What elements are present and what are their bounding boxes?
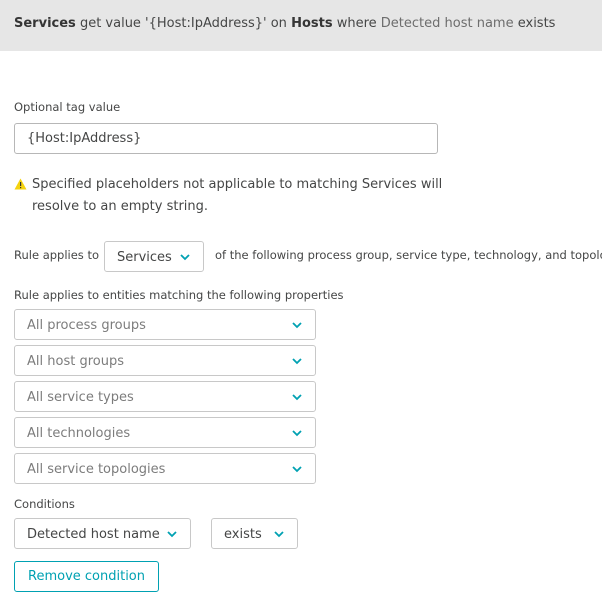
chevron-down-icon	[292, 394, 302, 401]
rule-applies-value: Services	[117, 250, 172, 265]
chevron-down-icon	[292, 322, 302, 329]
warning-icon	[14, 178, 27, 190]
service-types-select[interactable]: All service types	[14, 381, 316, 412]
tag-value-input[interactable]: {Host:IpAddress}	[14, 123, 438, 154]
header-operator: exists	[517, 16, 556, 31]
header-get-value: get value '{Host:IpAddress}' on	[79, 16, 287, 31]
placeholder-warning: Specified placeholders not applicable to…	[14, 174, 444, 218]
header-target: Hosts	[291, 16, 333, 31]
rule-applies-suffix: of the following process group, service …	[215, 248, 602, 262]
condition-operator-value: exists	[224, 527, 262, 542]
warning-text: Specified placeholders not applicable to…	[32, 177, 443, 214]
technologies-value: All technologies	[27, 426, 131, 441]
chevron-down-icon	[292, 430, 302, 437]
chevron-down-icon	[180, 254, 190, 261]
header-condition: Detected host name	[380, 16, 514, 31]
conditions-label: Conditions	[14, 497, 75, 511]
process-groups-value: All process groups	[27, 318, 146, 333]
host-groups-value: All host groups	[27, 354, 124, 369]
service-types-value: All service types	[27, 390, 134, 405]
condition-attribute-select[interactable]: Detected host name	[14, 518, 191, 549]
rule-summary-header: Services get value '{Host:IpAddress}' on…	[0, 0, 602, 51]
process-groups-select[interactable]: All process groups	[14, 309, 316, 340]
properties-label: Rule applies to entities matching the fo…	[14, 288, 344, 302]
service-topologies-value: All service topologies	[27, 462, 166, 477]
chevron-down-icon	[167, 531, 177, 538]
host-groups-select[interactable]: All host groups	[14, 345, 316, 376]
tag-value-label: Optional tag value	[14, 100, 121, 114]
condition-operator-select[interactable]: exists	[211, 518, 298, 549]
remove-condition-button[interactable]: Remove condition	[14, 561, 159, 592]
chevron-down-icon	[292, 466, 302, 473]
rule-applies-label: Rule applies to	[14, 248, 99, 262]
chevron-down-icon	[274, 531, 284, 538]
header-where: where	[336, 16, 377, 31]
chevron-down-icon	[292, 358, 302, 365]
service-topologies-select[interactable]: All service topologies	[14, 453, 316, 484]
technologies-select[interactable]: All technologies	[14, 417, 316, 448]
condition-attribute-value: Detected host name	[27, 527, 160, 542]
rule-applies-select[interactable]: Services	[104, 241, 204, 272]
header-entity: Services	[14, 16, 76, 31]
